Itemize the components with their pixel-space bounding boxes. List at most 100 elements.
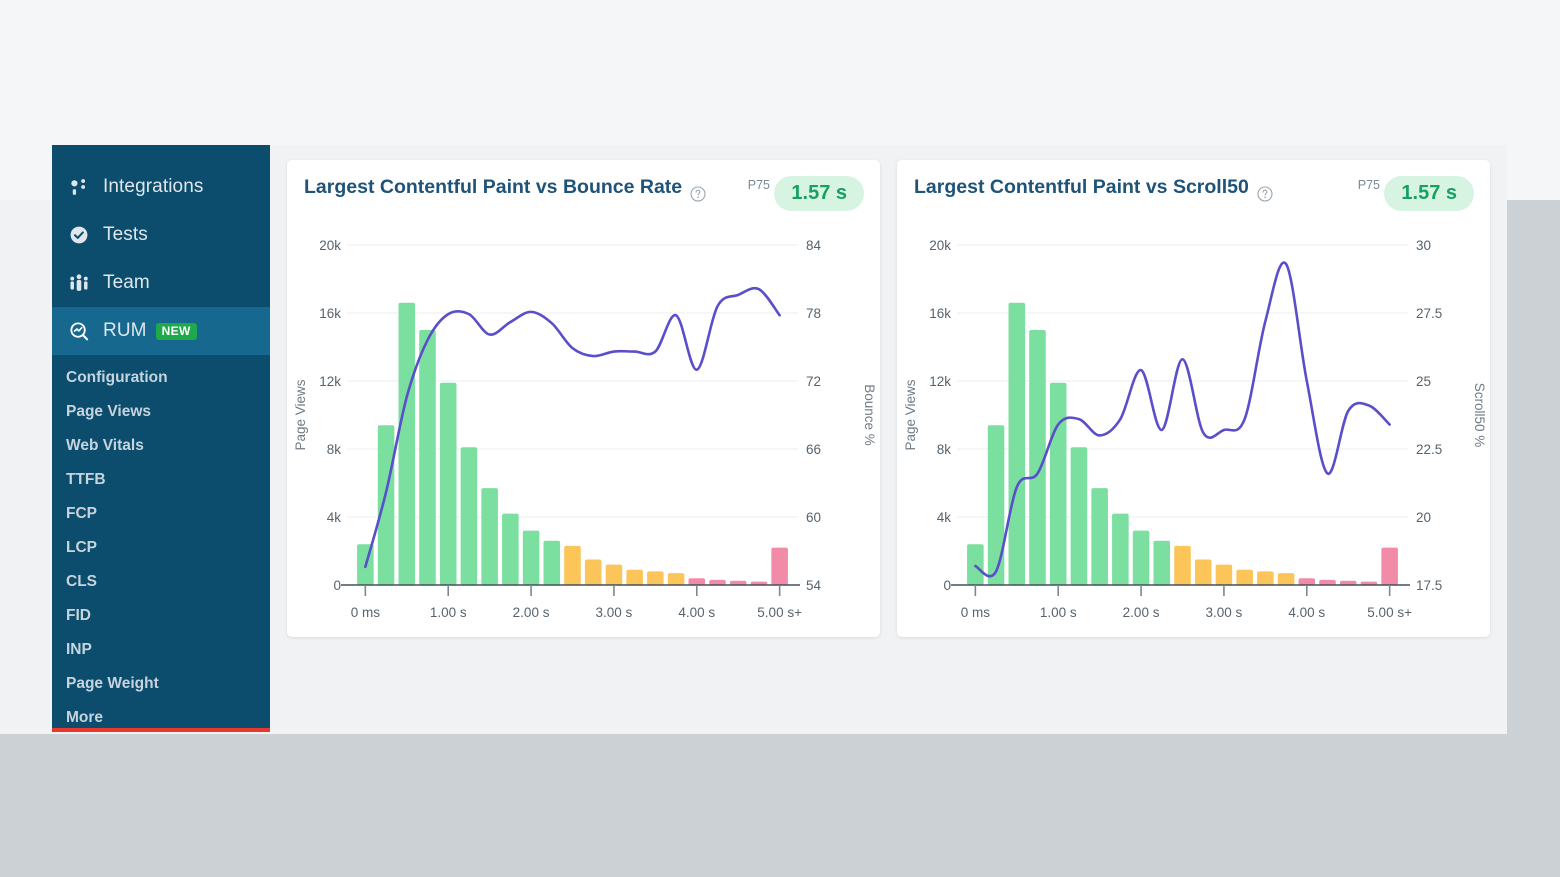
chart-bar[interactable] bbox=[439, 382, 457, 585]
y-axis-tick-label: 8k bbox=[327, 442, 342, 457]
question-circle-icon[interactable] bbox=[1257, 186, 1273, 202]
x-axis-tick-label: 1.00 s bbox=[430, 605, 467, 620]
sidebar-item-page-views[interactable]: Page Views bbox=[52, 395, 270, 429]
sidebar-item-ttfb[interactable]: TTFB bbox=[52, 463, 270, 497]
chart-bar[interactable] bbox=[688, 578, 706, 585]
chart-bar[interactable] bbox=[1194, 559, 1212, 586]
y-axis-tick-label: 4k bbox=[327, 510, 342, 525]
chart-bar[interactable] bbox=[1049, 382, 1067, 585]
y2-axis-tick-label: 66 bbox=[806, 442, 821, 457]
sidebar: Integrations Tests Team RUM NEW Configur… bbox=[52, 145, 270, 730]
y2-axis-tick-label: 72 bbox=[806, 374, 821, 389]
chart-bar[interactable] bbox=[987, 425, 1005, 585]
sidebar-item-fcp[interactable]: FCP bbox=[52, 497, 270, 531]
y2-axis-tick-label: 20 bbox=[1416, 510, 1431, 525]
chart-bar[interactable] bbox=[1257, 571, 1274, 585]
x-axis-tick-label: 3.00 s bbox=[1206, 605, 1243, 620]
y-axis-tick-label: 20k bbox=[929, 238, 951, 253]
sidebar-item-label: RUM bbox=[103, 320, 147, 341]
sidebar-item-rum[interactable]: RUM NEW bbox=[52, 307, 270, 355]
y-axis-title: Page Views bbox=[293, 379, 308, 450]
x-axis-tick-label: 2.00 s bbox=[1123, 605, 1160, 620]
y2-axis-tick-label: 22.5 bbox=[1416, 442, 1442, 457]
x-axis-tick-label: 2.00 s bbox=[513, 605, 550, 620]
x-axis-tick-label: 0 ms bbox=[351, 605, 381, 620]
chart-bar[interactable] bbox=[543, 540, 561, 585]
chart-bar[interactable] bbox=[1277, 573, 1295, 585]
sidebar-item-team[interactable]: Team bbox=[52, 259, 270, 307]
rum-search-icon bbox=[66, 318, 92, 344]
chart-bar[interactable] bbox=[419, 330, 436, 585]
chart-bar[interactable] bbox=[377, 425, 395, 585]
chart-bar[interactable] bbox=[1381, 547, 1398, 585]
x-axis-tick-label: 4.00 s bbox=[678, 605, 715, 620]
sidebar-item-label: Integrations bbox=[103, 176, 204, 197]
y-axis-tick-label: 12k bbox=[319, 374, 341, 389]
x-axis-tick-label: 5.00 s+ bbox=[757, 605, 802, 620]
sidebar-item-page-weight[interactable]: Page Weight bbox=[52, 667, 270, 701]
chart-bar[interactable] bbox=[460, 447, 478, 585]
y2-axis-title: Scroll50 % bbox=[1472, 383, 1487, 448]
y2-axis-tick-label: 17.5 bbox=[1416, 578, 1442, 593]
chart-bar[interactable] bbox=[1112, 513, 1129, 585]
chart-bar[interactable] bbox=[1153, 540, 1171, 585]
y-axis-tick-label: 4k bbox=[937, 510, 952, 525]
sidebar-item-cls[interactable]: CLS bbox=[52, 565, 270, 599]
sidebar-item-tests[interactable]: Tests bbox=[52, 211, 270, 259]
chart-bar[interactable] bbox=[967, 544, 984, 585]
chart-bar[interactable] bbox=[1091, 488, 1108, 585]
sidebar-item-lcp[interactable]: LCP bbox=[52, 531, 270, 565]
team-icon bbox=[66, 270, 92, 296]
y-axis-tick-label: 16k bbox=[319, 306, 341, 321]
chart-card-lcp-vs-scroll50: Largest Contentful Paint vs Scroll50 P75… bbox=[897, 160, 1490, 637]
y-axis-tick-label: 20k bbox=[319, 238, 341, 253]
chart-bar[interactable] bbox=[584, 559, 602, 586]
chart-plot-area: 0 54 4k 60 8k 66 12k 72 16k 78 20k 84 0 ms 1.00 s 2.00… bbox=[287, 222, 880, 637]
chart-bar[interactable] bbox=[647, 571, 664, 585]
chart-bar[interactable] bbox=[667, 573, 685, 585]
x-axis-tick-label: 4.00 s bbox=[1288, 605, 1325, 620]
chart-bar[interactable] bbox=[771, 547, 788, 585]
sidebar-main-nav: Integrations Tests Team RUM NEW Configur… bbox=[52, 145, 270, 730]
chart-bar[interactable] bbox=[626, 569, 643, 585]
chart-svg: 0 17.5 4k 20 8k 22.5 12k 25 16k 27.5 20k 30 0 ms 1.00… bbox=[903, 238, 1487, 620]
chart-plot-area: 0 17.5 4k 20 8k 22.5 12k 25 16k 27.5 20k 30 0 ms 1.00… bbox=[897, 222, 1490, 637]
chart-bar[interactable] bbox=[1298, 578, 1316, 585]
y-axis-tick-label: 16k bbox=[929, 306, 951, 321]
y2-axis-tick-label: 84 bbox=[806, 238, 822, 253]
sidebar-item-integrations[interactable]: Integrations bbox=[52, 163, 270, 211]
sidebar-item-label: Tests bbox=[103, 224, 148, 245]
chart-bar[interactable] bbox=[481, 488, 498, 585]
sidebar-bottom-accent bbox=[52, 728, 270, 732]
y2-axis-tick-label: 54 bbox=[806, 578, 822, 593]
y-axis-tick-label: 0 bbox=[943, 578, 951, 593]
status-badge: 1.57 s bbox=[774, 176, 864, 211]
y-axis-tick-label: 0 bbox=[333, 578, 341, 593]
chart-bar[interactable] bbox=[1070, 447, 1088, 585]
y2-axis-tick-label: 25 bbox=[1416, 374, 1431, 389]
chart-bar[interactable] bbox=[1008, 302, 1026, 585]
question-circle-icon[interactable] bbox=[690, 186, 706, 202]
y-axis-title: Page Views bbox=[903, 379, 918, 450]
chart-card-lcp-vs-bounce-rate: Largest Contentful Paint vs Bounce Rate … bbox=[287, 160, 880, 637]
chart-bar[interactable] bbox=[522, 530, 540, 585]
chart-bar[interactable] bbox=[398, 302, 416, 585]
check-circle-icon bbox=[66, 222, 92, 248]
status-badge-new: NEW bbox=[155, 322, 197, 340]
chart-bar[interactable] bbox=[1132, 530, 1150, 585]
chart-bar[interactable] bbox=[502, 513, 519, 585]
x-axis-tick-label: 1.00 s bbox=[1040, 605, 1077, 620]
y2-axis-tick-label: 60 bbox=[806, 510, 821, 525]
chart-bar[interactable] bbox=[1174, 545, 1191, 585]
chart-bar[interactable] bbox=[564, 545, 581, 585]
chart-bar[interactable] bbox=[605, 564, 623, 585]
sidebar-item-label: Team bbox=[103, 272, 150, 293]
chart-bar[interactable] bbox=[1236, 569, 1253, 585]
sidebar-item-more[interactable]: More bbox=[52, 701, 270, 730]
sidebar-item-web-vitals[interactable]: Web Vitals bbox=[52, 429, 270, 463]
sidebar-item-inp[interactable]: INP bbox=[52, 633, 270, 667]
sidebar-item-fid[interactable]: FID bbox=[52, 599, 270, 633]
sidebar-item-configuration[interactable]: Configuration bbox=[52, 361, 270, 395]
chart-bar[interactable] bbox=[1215, 564, 1233, 585]
screen-root: Integrations Tests Team RUM NEW Configur… bbox=[0, 0, 1560, 877]
